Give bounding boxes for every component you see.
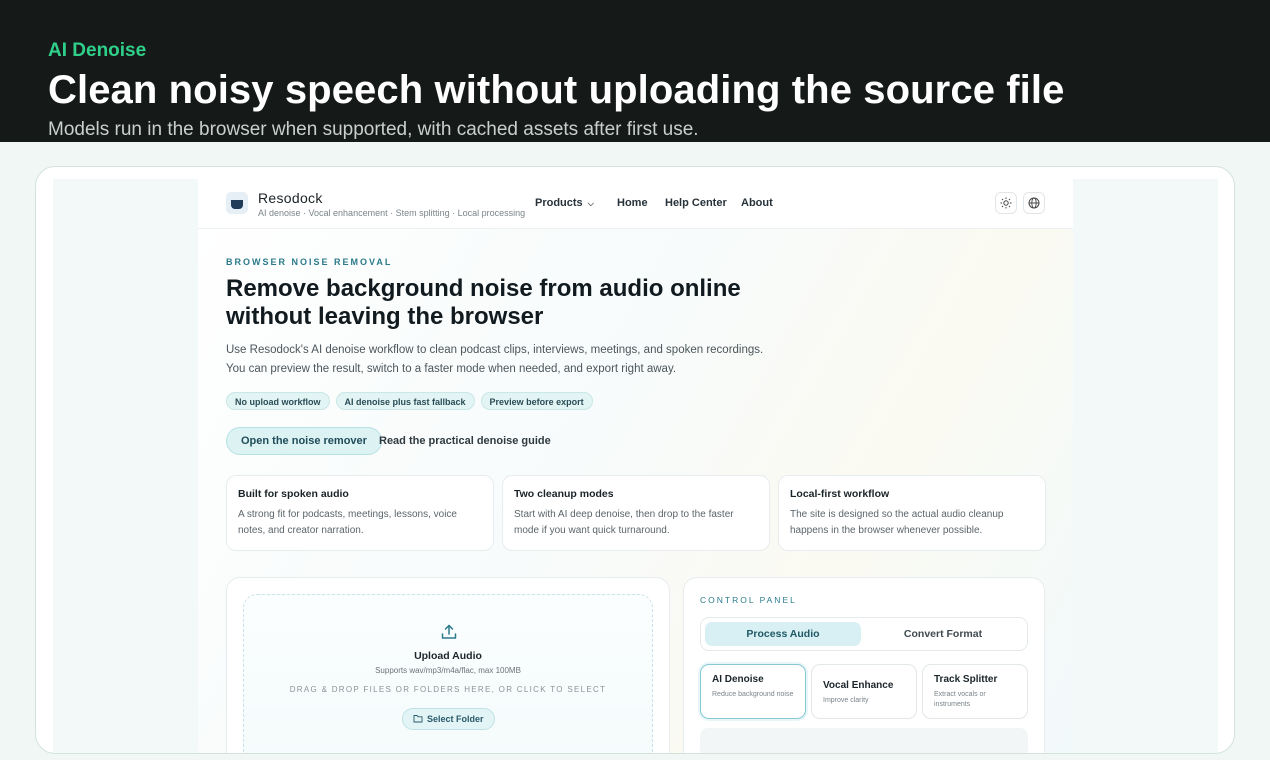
nav-help-center[interactable]: Help Center [665,197,727,209]
mode-vocal-enhance[interactable]: Vocal Enhance Improve clarity [811,664,917,719]
feature-text: Start with AI deep denoise, then drop to… [514,509,734,536]
feature-text: The site is designed so the actual audio… [790,509,1004,536]
mode-title: Vocal Enhance [823,680,894,691]
hero-title: Remove background noise from audio onlin… [226,275,741,330]
control-panel: CONTROL PANEL Process Audio Convert Form… [683,577,1045,753]
browser-viewport: Resodock AI denoise · Vocal enhancement … [53,179,1218,753]
upload-dropzone[interactable]: Upload Audio Supports wav/mp3/m4a/flac, … [243,594,653,753]
chip-ai-denoise: AI denoise plus fast fallback [335,392,475,410]
mode-text: Reduce background noise [712,691,794,698]
brand-tagline: AI denoise · Vocal enhancement · Stem sp… [258,208,526,218]
hero-description: Use Resodock's AI denoise workflow to cl… [226,344,764,375]
screenshot-frame: Resodock AI denoise · Vocal enhancement … [35,166,1235,754]
upload-card: Upload Audio Supports wav/mp3/m4a/flac, … [226,577,670,753]
mode-title: AI Denoise [712,674,764,685]
mode-ai-denoise[interactable]: AI Denoise Reduce background noise [700,664,806,719]
upload-title: Upload Audio [414,650,482,662]
feature-chips: No upload workflow AI denoise plus fast … [226,392,593,410]
folder-icon [413,715,423,723]
open-noise-remover-button[interactable]: Open the noise remover [226,427,382,455]
top-nav: Resodock AI denoise · Vocal enhancement … [198,179,1073,229]
feature-text: A strong fit for podcasts, meetings, les… [238,509,457,536]
chip-no-upload: No upload workflow [226,392,330,410]
page-title: Clean noisy speech without uploading the… [48,68,1065,112]
page-subtitle: Models run in the browser when supported… [48,119,699,140]
page-eyebrow: AI Denoise [48,40,147,61]
sun-icon [1000,197,1012,209]
chevron-down-icon: ⌵ [587,199,594,208]
mode-tabs: Process Audio Convert Format [700,617,1028,651]
mode-text: Improve clarity [823,697,869,704]
feature-title: Built for spoken audio [238,488,349,500]
feature-card: Two cleanup modes Start with AI deep den… [502,475,770,551]
upload-icon [441,624,457,639]
nav-products[interactable]: Products ⌵ [535,197,594,209]
nav-about[interactable]: About [741,197,773,209]
tab-process-audio[interactable]: Process Audio [705,622,861,646]
brand-name[interactable]: Resodock [258,190,323,206]
hero-kicker: BROWSER NOISE REMOVAL [226,257,393,267]
control-panel-label: CONTROL PANEL [700,595,797,605]
nav-products-label: Products [535,197,583,209]
tab-convert-format[interactable]: Convert Format [865,622,1021,646]
control-options-bar [700,728,1028,753]
mode-title: Track Splitter [934,674,998,685]
select-folder-button[interactable]: Select Folder [402,708,495,730]
nav-home[interactable]: Home [617,197,648,209]
theme-toggle-button[interactable] [995,192,1017,214]
select-folder-label: Select Folder [427,714,484,724]
page-header: AI Denoise Clean noisy speech without up… [0,0,1270,142]
feature-title: Local-first workflow [790,488,890,500]
feature-card: Local-first workflow The site is designe… [778,475,1046,551]
language-button[interactable] [1023,192,1045,214]
mode-text: Extract vocals or instruments [934,691,986,708]
resodock-logo-icon[interactable] [226,192,248,214]
chip-preview: Preview before export [480,392,593,410]
upload-formats: Supports wav/mp3/m4a/flac, max 100MB [375,666,521,675]
upload-hint: DRAG & DROP FILES OR FOLDERS HERE, OR CL… [289,685,607,694]
globe-icon [1028,197,1040,209]
mode-track-splitter[interactable]: Track Splitter Extract vocals or instrum… [922,664,1028,719]
website: Resodock AI denoise · Vocal enhancement … [198,179,1073,753]
feature-card: Built for spoken audio A strong fit for … [226,475,494,551]
feature-title: Two cleanup modes [514,488,614,500]
denoise-guide-link[interactable]: Read the practical denoise guide [379,435,551,447]
